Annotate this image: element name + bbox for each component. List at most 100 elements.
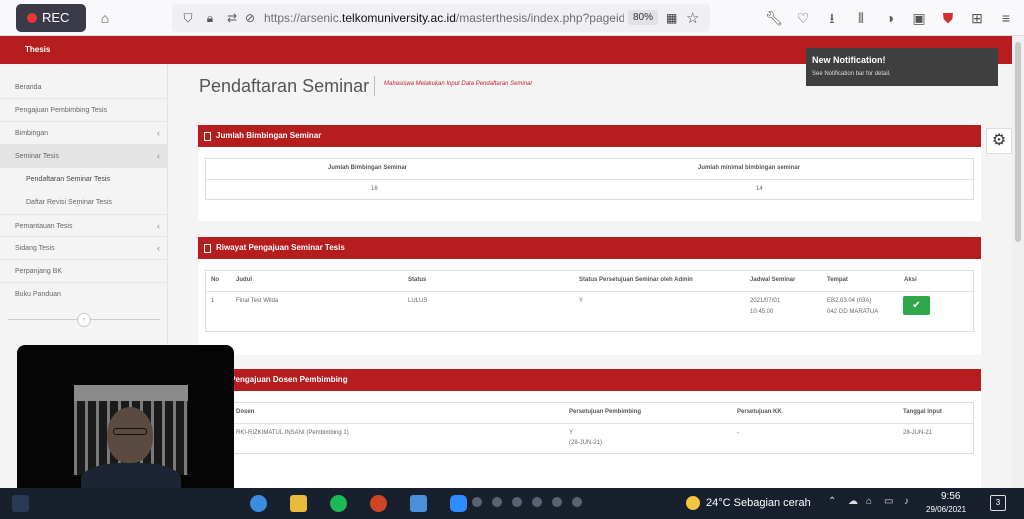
riwayat-table: No Judul Status Status Persetujuan Semin… [205, 270, 974, 332]
sidebar-item-perpanjang-bk[interactable]: Perpanjang BK [0, 260, 168, 283]
spotify-icon[interactable] [330, 495, 347, 512]
qr-icon[interactable]: ⊞ [968, 9, 986, 27]
table-cell: (28-JUN-21) [569, 440, 603, 446]
sidebar-item-pemantauan-tesis[interactable]: Pemantauan Tesis ‹ [0, 214, 168, 237]
sidebar-subitem-daftar-revisi[interactable]: Daftar Revisi Seminar Tesis [0, 191, 168, 214]
confirm-button[interactable]: ✔ [903, 296, 930, 315]
zoom-icon[interactable] [450, 495, 467, 512]
menu-icon[interactable]: ≡ [997, 9, 1015, 27]
panel-title: tus Pengajuan Dosen Pembimbing [216, 375, 348, 384]
chevron-left-icon: ‹ [157, 221, 160, 231]
download-icon[interactable]: ⭳ [823, 9, 841, 27]
panel-header: Riwayat Pengajuan Seminar Tesis [198, 237, 981, 259]
column-header: Dosen [236, 409, 255, 415]
dosen-table: Dosen Persetujuan Pembimbing Persetujuan… [205, 402, 974, 454]
screen: REC ⌂ ⛉ 🔒︎ ⇄ ⊘ https://arsenic.telkomuni… [0, 0, 1024, 519]
app-title[interactable]: Thesis [25, 45, 50, 54]
page-dot[interactable] [532, 497, 542, 507]
record-dot-icon [27, 13, 37, 23]
chevron-left-icon: ‹ [157, 151, 160, 161]
home-icon[interactable]: ⌂ [96, 9, 114, 27]
clock-date[interactable]: 29/06/2021 [926, 505, 966, 514]
table-cell: 28-JUN-21 [903, 430, 933, 436]
column-header: Persetujuan Pembimbing [569, 409, 642, 415]
sidebar-item-seminar-tesis[interactable]: Seminar Tesis ‹ [0, 145, 168, 168]
clock-time[interactable]: 9:56 [941, 491, 960, 502]
permissions-icon[interactable]: ⇄ [224, 10, 240, 26]
chevron-left-icon: ‹ [157, 243, 160, 253]
page-dot[interactable] [492, 497, 502, 507]
sync-icon[interactable]: ◑ [881, 9, 899, 27]
table-cell: 14 [756, 186, 763, 192]
powerpoint-icon[interactable] [370, 495, 387, 512]
row-divider [206, 291, 973, 292]
table-cell: RKI-RIZKIMATUL INSANI (Pembimbing 1) [236, 430, 349, 436]
pocket-icon[interactable]: ♡ [794, 9, 812, 27]
page-scrollbar[interactable] [1012, 36, 1024, 488]
page-dot[interactable] [512, 497, 522, 507]
address-bar[interactable]: ⛉ 🔒︎ ⇄ ⊘ https://arsenic.telkomuniversit… [172, 4, 710, 32]
page-dot[interactable] [552, 497, 562, 507]
title-divider [374, 76, 375, 96]
tracking-blocked-icon[interactable]: ⊘ [242, 10, 258, 26]
start-icon[interactable] [12, 495, 29, 512]
shield-icon[interactable]: ⛉ [180, 10, 196, 26]
rec-indicator[interactable]: REC [16, 4, 86, 32]
table-cell: 2021/07/01 [750, 298, 781, 304]
row-divider [206, 179, 973, 180]
network-icon[interactable]: ⌂ [866, 496, 872, 507]
table-cell: 10:45:00 [750, 309, 774, 315]
document-icon [204, 132, 211, 141]
page-dot[interactable] [472, 497, 482, 507]
url-text[interactable]: https://arsenic.telkomuniversity.ac.id/m… [264, 11, 624, 25]
table-cell: 1 [211, 298, 215, 304]
cloud-icon[interactable]: ☁ [848, 496, 858, 507]
sidebar-item-pengajuan-pembimbing[interactable]: Pengajuan Pembimbing Tesis [0, 99, 168, 122]
scrollbar-thumb[interactable] [1015, 42, 1021, 242]
zoom-level[interactable]: 80% [628, 10, 659, 25]
chevron-left-icon: ‹ [157, 128, 160, 138]
sidebar-item-bimbingan[interactable]: Bimbingan ‹ [0, 122, 168, 145]
photos-icon[interactable] [410, 495, 427, 512]
sidebar-item-sidang-tesis[interactable]: Sidang Tesis ‹ [0, 237, 168, 260]
main-content: Pendaftaran Seminar Mahasiswa Melakukan … [168, 64, 1012, 488]
column-header: Judul [236, 277, 252, 283]
wrench-icon[interactable]: 🔧︎ [765, 9, 783, 27]
notification-center-icon[interactable]: 3 [990, 495, 1006, 511]
column-header: Jadwal Seminar [750, 277, 796, 283]
table-cell: EB2.03.04 (03A) [827, 298, 872, 304]
panel-title: Riwayat Pengajuan Seminar Tesis [216, 243, 345, 252]
gear-icon[interactable]: ⚙ [986, 128, 1012, 154]
column-header: Aksi [904, 277, 917, 283]
weather-widget[interactable]: 24°C Sebagian cerah [686, 496, 811, 510]
panel-header: Jumlah Bimbingan Seminar [198, 125, 981, 147]
table-cell: Y [569, 430, 574, 436]
taskbar: 24°C Sebagian cerah ⌃ ☁ ⌂ ▭ ♪ 9:56 29/06… [0, 488, 1024, 519]
panel-riwayat-pengajuan: Riwayat Pengajuan Seminar Tesis No Judul… [198, 237, 981, 355]
page-dot[interactable] [572, 497, 582, 507]
column-header: Tanggal Input [903, 409, 942, 415]
sidebar-item-beranda[interactable]: Beranda [0, 76, 168, 99]
edge-icon[interactable] [250, 495, 267, 512]
extensions-icon[interactable]: ▣ [910, 9, 928, 27]
sidebar-subitem-pendaftaran-seminar[interactable]: Pendaftaran Seminar Tesis [0, 168, 168, 191]
file-explorer-icon[interactable] [290, 495, 307, 512]
chevron-up-icon[interactable]: ⌃ [828, 496, 836, 507]
lock-icon[interactable]: 🔒︎ [202, 10, 218, 26]
weather-sun-icon [686, 496, 700, 510]
notification-toast[interactable]: New Notification! See Notification bar f… [806, 48, 998, 86]
bimbingan-table: Jumlah Bimbingan Seminar Jumlah minimal … [205, 158, 974, 200]
table-cell: Y [579, 298, 584, 304]
sidebar-collapse-icon[interactable]: ‹ [77, 313, 91, 327]
bookmark-star-icon[interactable]: ☆ [686, 9, 699, 27]
ublock-icon[interactable]: ⛊ [939, 9, 957, 27]
grid-icon[interactable]: ▦ [666, 12, 678, 24]
volume-icon[interactable]: ♪ [904, 496, 909, 507]
notification-title: New Notification! [812, 55, 886, 65]
battery-icon[interactable]: ▭ [884, 496, 893, 507]
table-cell: - [737, 430, 739, 436]
page-title: Pendaftaran Seminar [199, 76, 370, 96]
table-cell: LULUS [408, 298, 428, 304]
library-icon[interactable]: ⫴ [852, 9, 870, 27]
sidebar-item-buku-panduan[interactable]: Buku Panduan [0, 283, 168, 306]
